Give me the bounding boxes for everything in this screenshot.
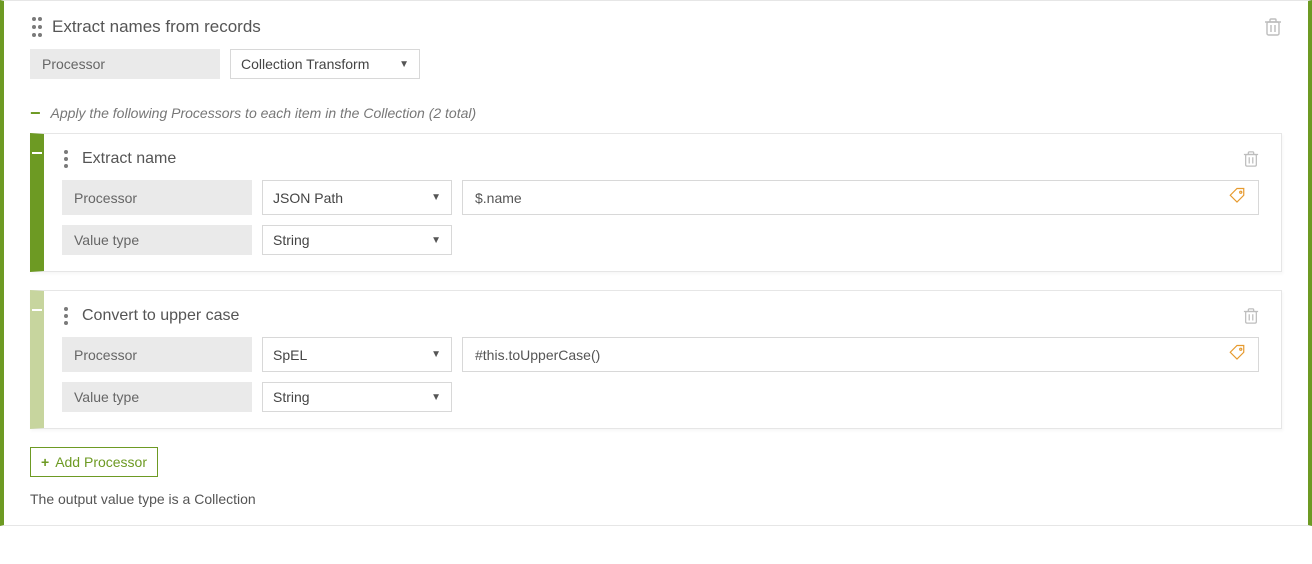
minus-icon <box>32 152 42 154</box>
processor-select-value: JSON Path <box>273 190 343 206</box>
valuetype-select-value: String <box>273 232 310 248</box>
inner-card-title: Convert to upper case <box>82 307 239 325</box>
expression-input[interactable]: $.name <box>462 180 1259 215</box>
processor-label: Processor <box>62 180 252 215</box>
valuetype-select[interactable]: String ▼ <box>262 225 452 255</box>
section-description: Apply the following Processors to each i… <box>51 105 477 121</box>
processor-select-value: SpEL <box>273 347 307 363</box>
caret-down-icon: ▼ <box>431 192 441 203</box>
inner-processor-card: Convert to upper case Processor SpEL ▼ #… <box>30 290 1282 429</box>
processor-label: Processor <box>62 337 252 372</box>
caret-down-icon: ▼ <box>431 349 441 360</box>
expression-input[interactable]: #this.toUpperCase() <box>462 337 1259 372</box>
outer-processor-card: Extract names from records Processor Col… <box>0 0 1312 526</box>
delete-icon[interactable] <box>1243 307 1259 325</box>
caret-down-icon: ▼ <box>431 235 441 246</box>
caret-down-icon: ▼ <box>431 392 441 403</box>
output-value-note: The output value type is a Collection <box>30 491 1282 507</box>
drag-handle-icon[interactable] <box>62 305 70 327</box>
valuetype-label: Value type <box>62 382 252 412</box>
drag-handle-icon[interactable] <box>30 15 38 39</box>
minus-icon <box>32 309 42 311</box>
inner-processor-card: Extract name Processor JSON Path ▼ $.nam… <box>30 133 1282 272</box>
valuetype-select[interactable]: String ▼ <box>262 382 452 412</box>
processor-select[interactable]: SpEL ▼ <box>262 337 452 372</box>
tag-icon[interactable] <box>1228 187 1246 208</box>
processor-label: Processor <box>30 49 220 79</box>
delete-icon[interactable] <box>1243 150 1259 168</box>
caret-down-icon: ▼ <box>399 59 409 70</box>
outer-card-title: Extract names from records <box>52 17 261 37</box>
drag-handle-icon[interactable] <box>62 148 70 170</box>
processor-select-value: Collection Transform <box>241 56 369 72</box>
processor-select[interactable]: JSON Path ▼ <box>262 180 452 215</box>
expression-value: #this.toUpperCase() <box>475 347 600 363</box>
inner-card-title: Extract name <box>82 150 176 168</box>
card-accent-strip <box>30 134 44 271</box>
valuetype-select-value: String <box>273 389 310 405</box>
card-accent-strip <box>30 291 44 428</box>
collapse-toggle-icon[interactable]: − <box>30 108 41 118</box>
tag-icon[interactable] <box>1228 344 1246 365</box>
delete-icon[interactable] <box>1264 17 1282 37</box>
add-processor-label: Add Processor <box>55 454 147 470</box>
expression-value: $.name <box>475 190 522 206</box>
plus-icon: + <box>41 454 49 470</box>
valuetype-label: Value type <box>62 225 252 255</box>
processor-select[interactable]: Collection Transform ▼ <box>230 49 420 79</box>
add-processor-button[interactable]: + Add Processor <box>30 447 158 477</box>
